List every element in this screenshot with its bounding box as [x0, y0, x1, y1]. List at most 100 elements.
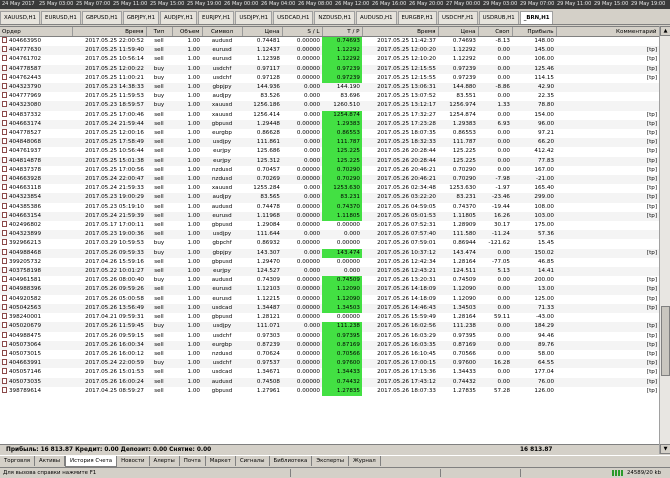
- cell-12: [tp]: [556, 322, 659, 332]
- terminal-tab[interactable]: Почта: [180, 456, 206, 466]
- summary-row: Прибыль: 16 813.87 Кредит: 0.00 Депозит:…: [0, 444, 659, 455]
- terminal-tab[interactable]: История Счета: [65, 456, 118, 467]
- table-row[interactable]: 398240001 2017.04.21 09:59:31 sell 1.00 gbpu…: [0, 313, 659, 323]
- table-row[interactable]: 405020679 2017.05.26 11:59:45 buy 1.00 usdjp…: [0, 322, 659, 332]
- terminal-tab[interactable]: Маркет: [206, 456, 236, 466]
- table-row[interactable]: 405073064 2017.05.26 16:00:34 sell 1.00 eurg…: [0, 340, 659, 350]
- table-row[interactable]: 404385386 2017.05.23 05:19:10 sell 1.00 audu…: [0, 202, 659, 212]
- table-row[interactable]: 404323790 2017.05.23 14:38:33 sell 1.00 gbpj…: [0, 83, 659, 93]
- table-row[interactable]: 404961581 2017.05.26 08:00:40 buy 1.00 audus…: [0, 276, 659, 286]
- table-row[interactable]: 398789614 2017.04.25 08:59:27 sell 1.00 gbpu…: [0, 386, 659, 396]
- terminal-tab[interactable]: Библиотека: [270, 456, 313, 466]
- cell-6: 0.00000: [282, 377, 322, 387]
- order-number: 404323080: [9, 102, 42, 109]
- scroll-down-icon[interactable]: ▼: [660, 444, 670, 454]
- time-axis-label: 26 May 20:00: [409, 1, 444, 7]
- cell-11: 96.00: [512, 119, 556, 130]
- table-row[interactable]: 404777969 2017.05.25 11:59:53 buy 1.00 audjp…: [0, 92, 659, 102]
- column-header[interactable]: Ордер: [0, 27, 73, 37]
- table-row[interactable]: 404837378 2017.05.25 17:00:56 sell 1.00 nzdu…: [0, 165, 659, 176]
- chart-tab[interactable]: XAUUSD,H1: [0, 11, 41, 24]
- table-row[interactable]: 404848068 2017.05.25 17:58:49 sell 1.00 usdj…: [0, 138, 659, 148]
- table-row[interactable]: 404663154 2017.05.24 21:59:39 sell 1.00 euru…: [0, 211, 659, 222]
- column-header[interactable]: Тип: [146, 27, 173, 37]
- cell-1: 2017.05.26 09:59:33: [72, 248, 146, 258]
- chart-tab[interactable]: USDJPY,H1: [235, 11, 273, 24]
- table-row[interactable]: 404778527 2017.05.25 12:00:16 sell 1.00 eurg…: [0, 129, 659, 139]
- column-header[interactable]: Время: [72, 27, 147, 37]
- table-row[interactable]: 404762443 2017.05.25 11:00:21 buy 1.00 usdch…: [0, 73, 659, 84]
- chart-tab[interactable]: USDRUB,H1: [478, 11, 519, 24]
- terminal-tab[interactable]: Новости: [117, 456, 150, 466]
- cell-12: [tp]: [556, 386, 659, 396]
- vertical-scrollbar[interactable]: ▲ ▼: [659, 26, 670, 454]
- chart-tab[interactable]: NZDUSD,H1: [314, 11, 356, 24]
- chart-tab[interactable]: _BRN,H1: [519, 11, 554, 24]
- table-row[interactable]: 404761702 2017.05.25 10:56:14 sell 1.00 euru…: [0, 55, 659, 65]
- table-row[interactable]: 404323854 2017.05.23 19:00:29 sell 1.00 audj…: [0, 193, 659, 203]
- column-header[interactable]: Объем: [172, 27, 203, 37]
- table-row[interactable]: 404323080 2017.05.23 18:59:57 buy 1.00 xauus…: [0, 101, 659, 111]
- cell-10: 0.00: [478, 322, 512, 332]
- table-row[interactable]: 402496802 2017.05.17 17:00:11 sell 1.00 gbpu…: [0, 221, 659, 231]
- terminal-tab[interactable]: Сигналы: [236, 456, 270, 466]
- table-row[interactable]: 404663991 2017.05.24 22:00:59 buy 1.00 usdch…: [0, 359, 659, 369]
- cell-11: 108.00: [512, 202, 556, 212]
- terminal-tab[interactable]: Торговля: [0, 456, 36, 466]
- scroll-up-icon[interactable]: ▲: [660, 26, 670, 36]
- table-row[interactable]: 404323899 2017.05.23 19:00:36 sell 1.00 usdj…: [0, 230, 659, 240]
- order-number: 404663118: [9, 185, 42, 192]
- chart-tab[interactable]: GBPUSD,H1: [81, 11, 122, 24]
- cell-0: 404323080: [0, 101, 72, 111]
- chart-tab[interactable]: EURGBP,H1: [397, 11, 437, 24]
- column-header[interactable]: Комментарий: [556, 27, 659, 37]
- table-row[interactable]: 399205732 2017.04.26 15:59:16 sell 1.00 gbpu…: [0, 257, 659, 268]
- table-row[interactable]: 404814878 2017.05.25 15:01:38 sell 1.00 eurj…: [0, 156, 659, 166]
- cell-11: 184.29: [512, 322, 556, 332]
- column-header[interactable]: S / L: [282, 27, 323, 37]
- table-row[interactable]: 404988475 2017.05.26 09:59:15 sell 1.00 usdc…: [0, 331, 659, 341]
- terminal-tab[interactable]: Эксперты: [312, 456, 349, 466]
- table-row[interactable]: 404663928 2017.05.24 22:00:47 sell 1.00 nzdu…: [0, 175, 659, 185]
- column-header[interactable]: Своп: [478, 27, 513, 37]
- table-row[interactable]: 405057146 2017.05.26 15:01:53 sell 1.00 usdc…: [0, 368, 659, 378]
- table-row[interactable]: 404920582 2017.05.26 05:00:58 sell 1.00 euru…: [0, 294, 659, 304]
- cell-3: 1.00: [172, 165, 202, 176]
- terminal-tab[interactable]: Журнал: [349, 456, 381, 466]
- terminal-tab[interactable]: Алерты: [150, 456, 180, 466]
- cell-2: sell: [146, 138, 172, 148]
- chart-tab[interactable]: USDCAD,H1: [273, 11, 314, 24]
- cell-11: 94.46: [512, 331, 556, 341]
- cell-10: 0.00: [478, 340, 512, 350]
- column-header[interactable]: Прибыль: [512, 27, 557, 37]
- column-header[interactable]: Символ: [202, 27, 243, 37]
- column-header[interactable]: T / P: [322, 27, 363, 37]
- table-row[interactable]: 404663174 2017.05.24 21:59:44 sell 1.00 gbpu…: [0, 119, 659, 130]
- chart-tab[interactable]: GBPJPY,H1: [122, 11, 160, 24]
- chart-tab[interactable]: EURUSD,H1: [41, 11, 81, 24]
- table-row[interactable]: 404837332 2017.05.25 17:00:46 sell 1.00 xauu…: [0, 110, 659, 120]
- chart-tab[interactable]: AUDUSD,H1: [356, 11, 397, 24]
- table-row[interactable]: 403758198 2017.05.22 10:01:27 sell 1.00 eurj…: [0, 267, 659, 277]
- table-row[interactable]: 404761937 2017.05.25 10:56:44 sell 1.00 eurj…: [0, 147, 659, 157]
- terminal-tab[interactable]: Активы: [35, 456, 66, 466]
- table-row[interactable]: 404988468 2017.05.26 09:59:33 buy 1.00 gbpjp…: [0, 248, 659, 258]
- table-row[interactable]: 392966213 2017.03.29 10:59:53 buy 1.00 gbpch…: [0, 239, 659, 249]
- cell-1: 2017.05.25 12:00:22: [72, 64, 146, 74]
- chart-tab[interactable]: EURJPY,H1: [198, 11, 235, 24]
- table-row[interactable]: 404777630 2017.05.25 11:59:40 sell 1.00 euru…: [0, 46, 659, 56]
- column-header[interactable]: Цена: [438, 27, 479, 37]
- table-row[interactable]: 404663950 2017.05.25 22:00:52 sell 1.00 audu…: [0, 36, 659, 47]
- table-row[interactable]: 405042563 2017.05.26 13:56:49 sell 1.00 usdc…: [0, 303, 659, 314]
- table-row[interactable]: 404663118 2017.05.24 21:59:33 sell 1.00 xauu…: [0, 184, 659, 194]
- chart-tab[interactable]: USDCHF,H1: [437, 11, 478, 24]
- column-header[interactable]: Время: [362, 27, 439, 37]
- column-header[interactable]: Цена: [242, 27, 283, 37]
- table-row[interactable]: 405073015 2017.05.26 16:00:12 sell 1.00 nzdu…: [0, 349, 659, 360]
- scrollbar-thumb[interactable]: [661, 306, 670, 376]
- chart-tab[interactable]: AUDJPY,H1: [160, 11, 198, 24]
- cell-11: 106.00: [512, 55, 556, 65]
- table-row[interactable]: 405073035 2017.05.26 16:00:24 sell 1.00 audu…: [0, 377, 659, 387]
- table-row[interactable]: 404988396 2017.05.26 09:59:26 sell 1.00 euru…: [0, 285, 659, 295]
- table-row[interactable]: 404778587 2017.05.25 12:00:22 buy 1.00 usdch…: [0, 64, 659, 74]
